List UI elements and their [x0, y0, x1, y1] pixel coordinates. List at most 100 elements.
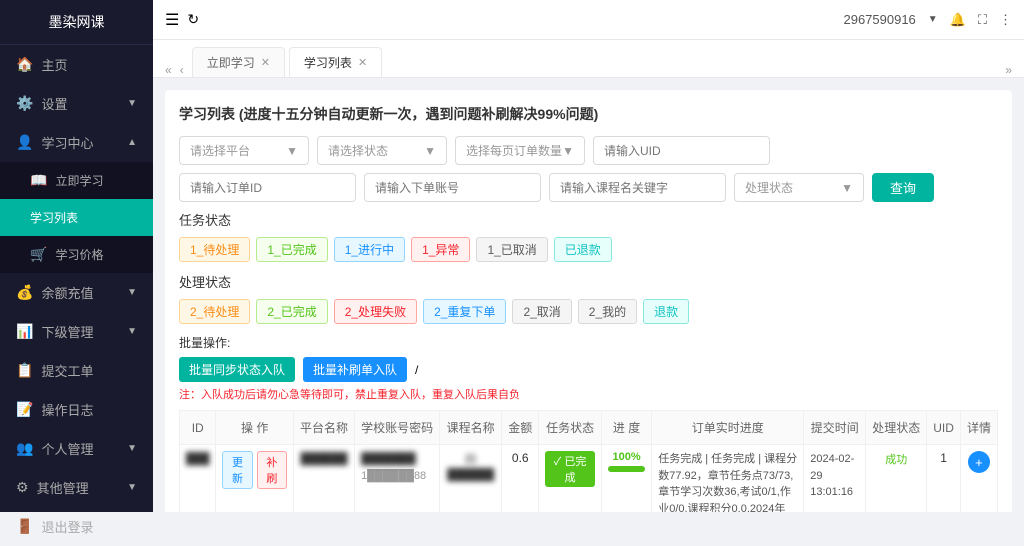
sidebar-item-learning-center[interactable]: 👤 学习中心 ▲	[0, 123, 153, 162]
log-icon: 📝	[16, 401, 33, 418]
detail-button[interactable]: +	[968, 451, 990, 473]
platform-select[interactable]: 请选择平台 ▼	[179, 136, 309, 165]
col-course: 课程名称	[440, 411, 502, 445]
tabs-right-icon[interactable]: »	[1005, 63, 1012, 77]
ptag-done[interactable]: 2_已完成	[256, 299, 327, 324]
topbar-left: ☰ ↻	[165, 10, 199, 30]
status-select[interactable]: 请选择状态 ▼	[317, 136, 447, 165]
sidebar-item-label: 操作日志	[41, 400, 93, 419]
tag-cancelled[interactable]: 1_已取消	[476, 237, 547, 262]
process-status-tags: 2_待处理 2_已完成 2_处理失败 2_重复下单 2_取消 2_我的 退款	[179, 299, 998, 324]
query-button[interactable]: 查询	[872, 173, 934, 202]
col-detail: 详情	[960, 411, 997, 445]
chevron-down-icon: ▼	[127, 98, 137, 109]
main-card: 学习列表 (进度十五分钟自动更新一次，遇到问题补刷解决99%问题) 请选择平台 …	[165, 90, 1012, 512]
batch-note: 注：入队成功后请勿心急等待即可，禁止重复入队，重复入队后果自负	[179, 386, 998, 402]
more-icon[interactable]: ⋮	[999, 12, 1012, 28]
tabs-back-icon[interactable]: ‹	[180, 63, 184, 77]
process-status-select[interactable]: 处理状态 ▼	[734, 173, 864, 202]
clipboard-icon: 📋	[16, 362, 33, 379]
tabs-left-icon[interactable]: «	[165, 63, 172, 77]
filter-row-1: 请选择平台 ▼ 请选择状态 ▼ 选择每页订单数量 ▼	[179, 136, 998, 165]
users-icon: 👥	[16, 440, 33, 457]
col-ops: 操 作	[216, 411, 294, 445]
gear-icon: ⚙	[16, 479, 29, 496]
menu-icon[interactable]: ☰	[165, 10, 179, 30]
cell-school: ███████ 1██████88	[355, 445, 440, 513]
sidebar-item-study-price[interactable]: 🛒 学习价格	[0, 236, 153, 273]
process-status-label: 处理状态	[179, 272, 998, 291]
table-wrap: ID 操 作 平台名称 学校账号密码 课程名称 金额 任务状态 进 度 订单实时…	[179, 410, 998, 512]
chevron-down-icon: ▼	[127, 287, 137, 298]
sidebar-item-downline[interactable]: 📊 下级管理 ▼	[0, 312, 153, 351]
task-status-tags: 1_待处理 1_已完成 1_进行中 1_异常 1_已取消 已退款	[179, 237, 998, 262]
course-keyword-input[interactable]	[549, 173, 726, 202]
col-uid: UID	[927, 411, 961, 445]
sidebar-item-label: 余额充值	[41, 283, 93, 302]
ptag-failed[interactable]: 2_处理失败	[334, 299, 417, 324]
sidebar-item-instant-study[interactable]: 📖 立即学习	[0, 162, 153, 199]
chevron-down-icon: ▼	[841, 181, 853, 195]
page-size-select[interactable]: 选择每页订单数量 ▼	[455, 136, 585, 165]
page-size-placeholder: 选择每页订单数量	[466, 142, 562, 159]
sidebar-item-label: 下级管理	[41, 322, 93, 341]
sidebar-item-label: 学习中心	[41, 133, 93, 152]
col-progress: 进 度	[601, 411, 651, 445]
col-task-status: 任务状态	[539, 411, 602, 445]
topbar: ☰ ↻ 2967590916 ▼ 🔔 ⛶ ⋮	[153, 0, 1024, 40]
refresh-icon[interactable]: ↻	[187, 11, 199, 28]
sidebar-item-study-list[interactable]: 学习列表	[0, 199, 153, 236]
ptag-mine[interactable]: 2_我的	[578, 299, 637, 324]
sidebar-item-label: 学习列表	[30, 209, 78, 226]
platform-placeholder: 请选择平台	[190, 142, 250, 159]
col-id: ID	[180, 411, 216, 445]
supplement-btn[interactable]: 补刷	[257, 451, 287, 489]
chevron-down-icon: ▼	[424, 144, 436, 158]
sidebar-item-home[interactable]: 🏠 主页	[0, 45, 153, 84]
chevron-down-icon: ▼	[562, 144, 574, 158]
uid-input[interactable]	[593, 136, 770, 165]
logout-icon: 🚪	[16, 518, 33, 535]
order-id-input[interactable]	[179, 173, 356, 202]
sidebar-item-recharge[interactable]: 💰 余额充值 ▼	[0, 273, 153, 312]
tag-done[interactable]: 1_已完成	[256, 237, 327, 262]
update-btn[interactable]: 更新	[222, 451, 252, 489]
tag-abnormal[interactable]: 1_异常	[411, 237, 470, 262]
tag-refunded[interactable]: 已退款	[554, 237, 612, 262]
account-input[interactable]	[364, 173, 541, 202]
tab-instant-study[interactable]: 立即学习 ✕	[192, 47, 285, 77]
tag-in-progress[interactable]: 1_进行中	[334, 237, 405, 262]
sidebar-item-other-mgmt[interactable]: ⚙ 其他管理 ▼	[0, 468, 153, 507]
tag-pending[interactable]: 1_待处理	[179, 237, 250, 262]
sidebar: 墨染网课 🏠 主页 ⚙️ 设置 ▼ 👤 学习中心 ▲ 📖 立即学习 学习列表 🛒…	[0, 0, 153, 512]
process-status-placeholder: 处理状态	[745, 179, 793, 196]
sidebar-item-user-mgmt[interactable]: 👥 个人管理 ▼	[0, 429, 153, 468]
sidebar-item-op-log[interactable]: 📝 操作日志	[0, 390, 153, 429]
sidebar-title: 墨染网课	[0, 0, 153, 45]
filter-row-2: 处理状态 ▼ 查询	[179, 173, 998, 202]
sidebar-item-logout[interactable]: 🚪 退出登录	[0, 507, 153, 546]
cell-order-progress: 任务完成 | 任务完成 | 课程分数77.92，章节任务点73/73,章节学习次…	[652, 445, 804, 513]
ptag-repeat[interactable]: 2_重复下单	[423, 299, 506, 324]
batch-sync-btn[interactable]: 批量同步状态入队	[179, 357, 295, 382]
batch-label: 批量操作:	[179, 334, 998, 351]
ptag-refund[interactable]: 退款	[643, 299, 689, 324]
sidebar-item-label: 其他管理	[37, 478, 89, 497]
account-id: 2967590916	[843, 12, 915, 27]
tab-study-list[interactable]: 学习列表 ✕	[289, 47, 382, 77]
notification-icon[interactable]: 🔔	[950, 12, 966, 28]
sidebar-item-settings[interactable]: ⚙️ 设置 ▼	[0, 84, 153, 123]
ptag-pending[interactable]: 2_待处理	[179, 299, 250, 324]
close-icon[interactable]: ✕	[358, 56, 367, 69]
expand-icon[interactable]: ⛶	[978, 12, 987, 28]
cell-course: 四██████	[440, 445, 502, 513]
col-order-progress: 订单实时进度	[652, 411, 804, 445]
ptag-cancel[interactable]: 2_取消	[512, 299, 571, 324]
batch-supplement-btn[interactable]: 批量补刷单入队	[303, 357, 407, 382]
close-icon[interactable]: ✕	[261, 56, 270, 69]
chart-icon: 📊	[16, 323, 33, 340]
sidebar-item-label: 个人管理	[41, 439, 93, 458]
table-header-row: ID 操 作 平台名称 学校账号密码 课程名称 金额 任务状态 进 度 订单实时…	[180, 411, 998, 445]
sidebar-item-submit-work[interactable]: 📋 提交工单	[0, 351, 153, 390]
cell-id: ███	[180, 445, 216, 513]
